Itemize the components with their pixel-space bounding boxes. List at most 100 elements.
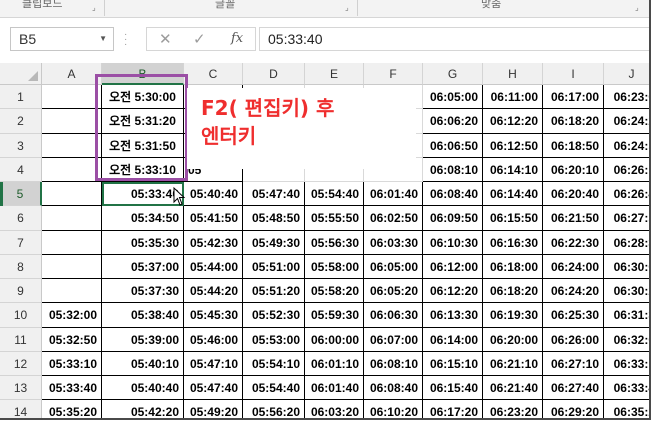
cell-e5[interactable]: 05:54:40	[305, 182, 364, 207]
cell-h6[interactable]: 06:15:50	[483, 206, 543, 231]
enter-check-icon[interactable]: ✓	[193, 30, 206, 48]
cell-a5[interactable]	[42, 182, 102, 207]
cell-i4[interactable]: 06:20:10	[543, 157, 604, 182]
cell-a10[interactable]: 05:32:00	[42, 303, 102, 328]
cell-j7[interactable]: 06:28:3	[604, 231, 649, 255]
cell-j1[interactable]: 06:23:0	[604, 85, 649, 110]
cell-d11[interactable]: 05:53:00	[243, 327, 305, 352]
cell-a8[interactable]	[42, 254, 102, 279]
cell-i10[interactable]: 06:25:30	[543, 303, 604, 328]
column-header-j[interactable]: J	[604, 63, 649, 85]
row-header[interactable]: 9	[0, 279, 42, 304]
cell-i12[interactable]: 06:27:10	[543, 351, 604, 376]
cell-h5[interactable]: 06:14:40	[483, 182, 543, 207]
cell-d8[interactable]: 05:51:00	[243, 254, 305, 279]
cell-b8[interactable]: 05:37:00	[102, 254, 184, 279]
cell-j12[interactable]: 06:33:1	[604, 352, 649, 376]
cell-g12[interactable]: 06:15:10	[423, 351, 483, 376]
cell-c12[interactable]: 05:47:10	[184, 351, 243, 376]
clipboard-launcher-icon[interactable]: ⌟	[92, 3, 101, 12]
resize-grip-icon[interactable]: · · ·	[124, 30, 127, 50]
cell-h7[interactable]: 06:16:30	[483, 230, 543, 255]
cell-e6[interactable]: 05:55:50	[305, 206, 364, 231]
cell-g14[interactable]: 06:17:20	[423, 400, 483, 418]
insert-function-icon[interactable]: fx	[231, 31, 243, 46]
cell-i1[interactable]: 06:17:00	[543, 85, 604, 110]
cell-e14[interactable]: 06:03:20	[305, 400, 364, 418]
cell-d9[interactable]: 05:51:20	[243, 279, 305, 304]
cell-b10[interactable]: 05:38:40	[102, 303, 184, 328]
row-header[interactable]: 10	[0, 303, 42, 328]
alignment-launcher-icon[interactable]: ⌟	[635, 3, 644, 12]
cell-e7[interactable]: 05:56:30	[305, 230, 364, 255]
column-header-h[interactable]: H	[483, 63, 543, 85]
row-header[interactable]: 5	[0, 182, 42, 207]
cancel-icon[interactable]: ✕	[159, 30, 172, 48]
cell-g7[interactable]: 06:10:30	[423, 230, 483, 255]
cell-i11[interactable]: 06:26:00	[543, 327, 604, 352]
cell-e8[interactable]: 05:58:00	[305, 254, 364, 279]
chevron-down-icon[interactable]: ▼	[99, 28, 107, 50]
cell-i7[interactable]: 06:22:30	[543, 230, 604, 255]
column-header-g[interactable]: G	[423, 63, 483, 85]
cell-d12[interactable]: 05:54:10	[243, 351, 305, 376]
cell-d13[interactable]: 05:54:40	[243, 376, 305, 401]
column-header-f[interactable]: F	[364, 63, 423, 85]
cell-h10[interactable]: 06:19:30	[483, 303, 543, 328]
cell-c14[interactable]: 05:49:20	[184, 400, 243, 418]
row-header[interactable]: 14	[0, 400, 42, 418]
cell-j11[interactable]: 06:32:0	[604, 328, 649, 352]
cell-a9[interactable]	[42, 279, 102, 304]
cell-c13[interactable]: 05:47:40	[184, 376, 243, 401]
cell-c10[interactable]: 05:45:30	[184, 303, 243, 328]
cell-a1[interactable]	[42, 85, 102, 110]
row-header[interactable]: 4	[0, 157, 42, 182]
cell-i8[interactable]: 06:24:00	[543, 254, 604, 279]
cell-b13[interactable]: 05:40:40	[102, 376, 184, 401]
cell-h9[interactable]: 06:18:20	[483, 279, 543, 304]
cell-h14[interactable]: 06:23:20	[483, 400, 543, 418]
cell-c7[interactable]: 05:42:30	[184, 230, 243, 255]
cell-a6[interactable]	[42, 206, 102, 231]
cell-e12[interactable]: 06:01:10	[305, 351, 364, 376]
row-header[interactable]: 11	[0, 327, 42, 352]
row-header[interactable]: 12	[0, 351, 42, 376]
cell-j4[interactable]: 06:26:1	[604, 158, 649, 182]
cell-f13[interactable]: 06:08:40	[364, 376, 423, 401]
cell-f6[interactable]: 06:02:50	[364, 206, 423, 231]
cell-g2[interactable]: 06:06:20	[423, 109, 483, 134]
cell-a2[interactable]	[42, 109, 102, 134]
font-launcher-icon[interactable]: ⌟	[345, 3, 354, 12]
cell-b14[interactable]: 05:42:20	[102, 400, 184, 418]
cell-f5[interactable]: 06:01:40	[364, 182, 423, 207]
cell-h3[interactable]: 06:12:50	[483, 133, 543, 158]
cell-j2[interactable]: 06:24:2	[604, 109, 649, 134]
cell-h8[interactable]: 06:18:00	[483, 254, 543, 279]
row-header[interactable]: 2	[0, 109, 42, 134]
cell-g4[interactable]: 06:08:10	[423, 157, 483, 182]
cell-g13[interactable]: 06:15:40	[423, 376, 483, 401]
column-header-a[interactable]: A	[42, 63, 102, 85]
cell-j14[interactable]: 06:35:2	[604, 400, 649, 418]
cell-e11[interactable]: 06:00:00	[305, 327, 364, 352]
cell-j13[interactable]: 06:33:4	[604, 376, 649, 401]
cell-h12[interactable]: 06:21:10	[483, 351, 543, 376]
cell-b11[interactable]: 05:39:00	[102, 327, 184, 352]
cell-f14[interactable]: 06:10:20	[364, 400, 423, 418]
cell-e9[interactable]: 05:58:20	[305, 279, 364, 304]
cell-b12[interactable]: 05:40:10	[102, 351, 184, 376]
cell-h1[interactable]: 06:11:00	[483, 85, 543, 110]
cell-a12[interactable]: 05:33:10	[42, 351, 102, 376]
cell-j8[interactable]: 06:30:0	[604, 255, 649, 279]
cell-j5[interactable]: 06:26:4	[604, 182, 649, 207]
column-header-i[interactable]: I	[543, 63, 604, 85]
cell-a11[interactable]: 05:32:50	[42, 327, 102, 352]
name-box[interactable]: B5 ▼	[10, 27, 114, 51]
cell-g11[interactable]: 06:14:00	[423, 327, 483, 352]
row-header[interactable]: 7	[0, 230, 42, 255]
cell-j6[interactable]: 06:27:5	[604, 206, 649, 231]
cell-i5[interactable]: 06:20:40	[543, 182, 604, 207]
cell-a3[interactable]	[42, 133, 102, 158]
formula-input[interactable]: 05:33:40	[259, 27, 649, 51]
cell-i9[interactable]: 06:24:20	[543, 279, 604, 304]
